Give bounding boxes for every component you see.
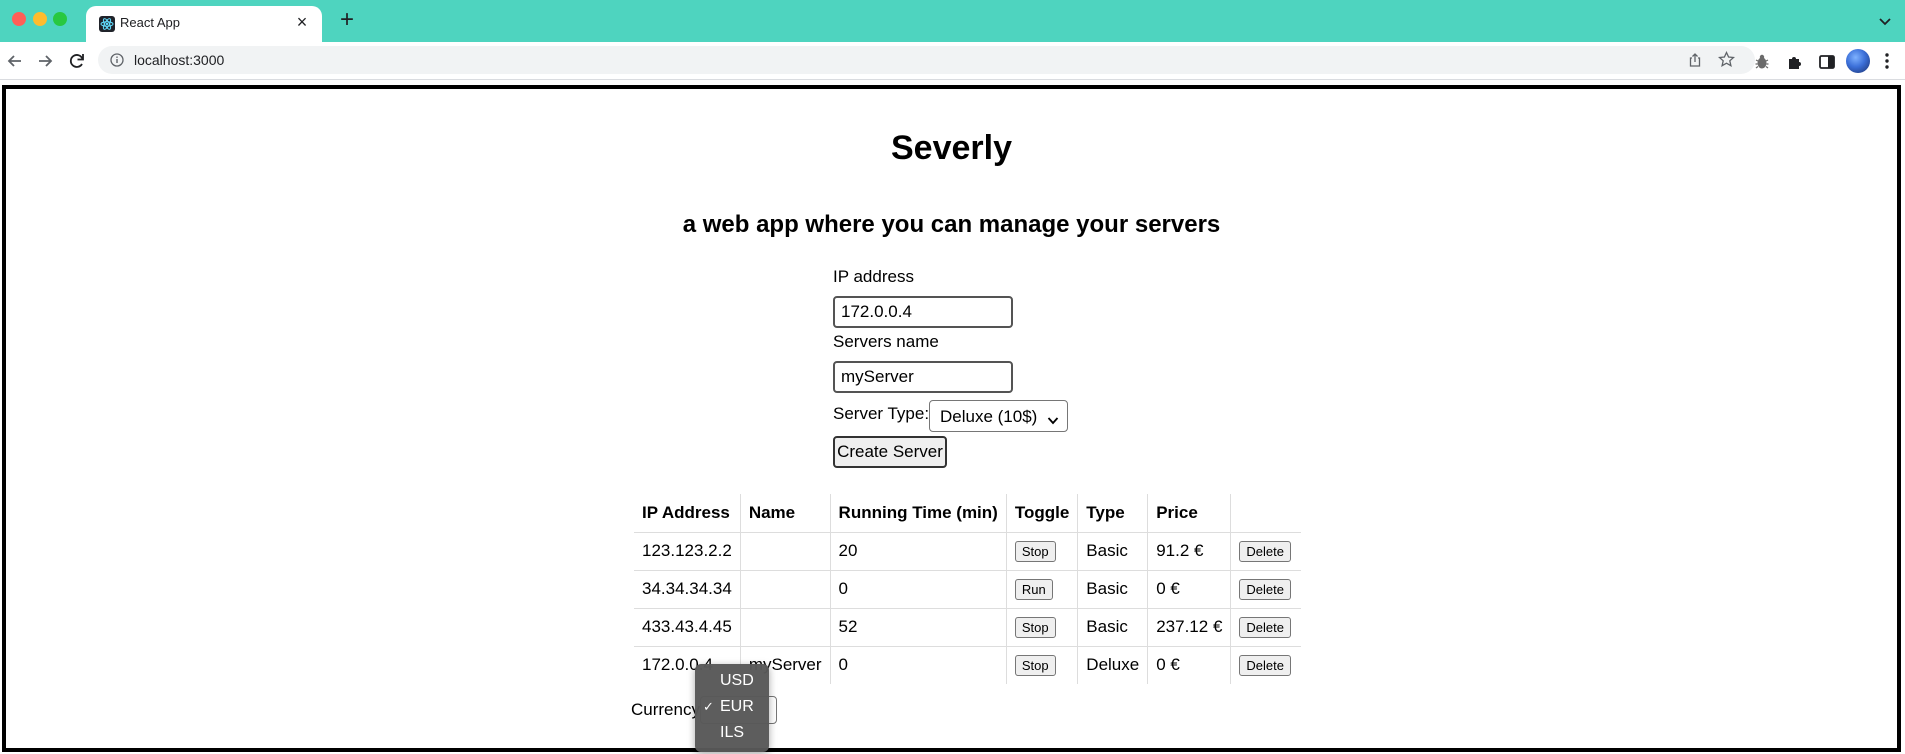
checkmark-icon: ✓ xyxy=(703,699,714,714)
server-type-select[interactable]: Deluxe (10$) xyxy=(929,400,1068,432)
stop-button[interactable]: Stop xyxy=(1014,540,1056,562)
currency-option-usd[interactable]: USD xyxy=(695,668,769,694)
delete-button[interactable]: Delete xyxy=(1239,654,1291,676)
create-server-button[interactable]: Create Server xyxy=(833,436,947,468)
cell-type: Deluxe xyxy=(1077,646,1149,684)
cell-toggle: Run xyxy=(1006,570,1079,609)
page-subtitle: a web app where you can manage your serv… xyxy=(682,211,1221,238)
chevron-down-icon[interactable] xyxy=(1877,13,1893,29)
forward-arrow-icon[interactable] xyxy=(34,50,56,72)
cell-price: 0 € xyxy=(1147,570,1232,609)
currency-label: Currency xyxy=(631,700,700,719)
cell-price: 0 € xyxy=(1147,646,1232,684)
extensions-puzzle-icon[interactable] xyxy=(1786,53,1804,71)
ip-address-input[interactable] xyxy=(833,296,1013,328)
cell-type: Basic xyxy=(1077,570,1149,609)
cell-price: 91.2 € xyxy=(1147,532,1232,571)
currency-option-label: ILS xyxy=(720,724,745,741)
page-title: Severly xyxy=(891,129,1012,167)
url-text[interactable]: localhost:3000 xyxy=(134,52,224,68)
delete-button[interactable]: Delete xyxy=(1239,540,1291,562)
cell-type: Basic xyxy=(1077,608,1149,647)
bookmark-star-icon[interactable] xyxy=(1717,50,1736,68)
currency-option-eur[interactable]: ✓ EUR xyxy=(695,694,769,720)
chevron-down-icon xyxy=(1047,412,1059,425)
server-name-input[interactable] xyxy=(833,361,1013,393)
cell-name xyxy=(740,608,831,647)
cell-running-time: 0 xyxy=(830,646,1007,684)
column-header-running-time: Running Time (min) xyxy=(830,494,1007,533)
cell-toggle: Stop xyxy=(1006,532,1079,571)
ip-address-label: IP address xyxy=(833,267,914,286)
run-button[interactable]: Run xyxy=(1014,578,1053,600)
column-header-actions xyxy=(1230,494,1301,533)
tab-title: React App xyxy=(120,15,180,30)
server-type-label: Server Type: xyxy=(833,404,930,423)
minimize-window-button[interactable] xyxy=(33,12,47,26)
table-row: 123.123.2.2 20 Stop Basic 91.2 € Delete xyxy=(634,532,1301,571)
server-name-label: Servers name xyxy=(833,332,939,351)
bug-extension-icon[interactable] xyxy=(1753,53,1771,71)
table-row: 34.34.34.34 0 Run Basic 0 € Delete xyxy=(634,570,1301,609)
column-header-name: Name xyxy=(740,494,831,533)
share-icon[interactable] xyxy=(1687,52,1703,68)
new-tab-button[interactable]: + xyxy=(336,8,358,32)
page-viewport: Severly a web app where you can manage y… xyxy=(2,85,1901,752)
stop-button[interactable]: Stop xyxy=(1014,616,1056,638)
currency-option-label: USD xyxy=(720,672,754,689)
cell-ip: 34.34.34.34 xyxy=(634,570,741,609)
more-menu-icon[interactable] xyxy=(1884,52,1890,70)
reload-icon[interactable] xyxy=(66,50,88,72)
currency-option-ils[interactable]: ILS xyxy=(695,720,769,746)
stop-button[interactable]: Stop xyxy=(1014,654,1056,676)
close-window-button[interactable] xyxy=(12,12,26,26)
cell-name xyxy=(740,570,831,609)
cell-running-time: 20 xyxy=(830,532,1007,571)
delete-button[interactable]: Delete xyxy=(1239,578,1291,600)
cell-ip: 123.123.2.2 xyxy=(634,532,741,571)
column-header-type: Type xyxy=(1077,494,1149,533)
column-header-ip: IP Address xyxy=(634,494,741,533)
cell-actions: Delete xyxy=(1230,570,1301,609)
cell-type: Basic xyxy=(1077,532,1149,571)
table-header-row: IP Address Name Running Time (min) Toggl… xyxy=(634,494,1301,533)
cell-actions: Delete xyxy=(1230,532,1301,571)
cell-toggle: Stop xyxy=(1006,646,1079,684)
server-type-value: Deluxe (10$) xyxy=(940,407,1038,426)
info-icon[interactable] xyxy=(110,53,124,67)
cell-price: 237.12 € xyxy=(1147,608,1232,647)
react-logo-icon xyxy=(99,16,115,32)
cell-actions: Delete xyxy=(1230,608,1301,647)
browser-toolbar: localhost:3000 xyxy=(0,42,1905,80)
maximize-window-button[interactable] xyxy=(53,12,67,26)
cell-running-time: 0 xyxy=(830,570,1007,609)
cell-ip: 433.43.4.45 xyxy=(634,608,741,647)
column-header-toggle: Toggle xyxy=(1006,494,1079,533)
address-bar[interactable]: localhost:3000 xyxy=(98,46,1755,74)
side-panel-icon[interactable] xyxy=(1818,53,1836,71)
cell-toggle: Stop xyxy=(1006,608,1079,647)
browser-tabbar: React App × + xyxy=(0,0,1905,42)
close-tab-icon[interactable]: × xyxy=(292,12,312,32)
cell-actions: Delete xyxy=(1231,646,1301,684)
profile-avatar[interactable] xyxy=(1846,49,1870,73)
currency-option-label: EUR xyxy=(720,698,754,715)
cell-running-time: 52 xyxy=(830,608,1007,647)
table-row: 433.43.4.45 52 Stop Basic 237.12 € Delet… xyxy=(634,608,1301,647)
cell-name xyxy=(740,532,831,571)
browser-tab[interactable]: React App × xyxy=(86,6,322,42)
column-header-price: Price xyxy=(1147,494,1232,533)
currency-dropdown-menu: USD ✓ EUR ILS xyxy=(695,664,769,752)
servers-table: IP Address Name Running Time (min) Toggl… xyxy=(634,494,1301,684)
delete-button[interactable]: Delete xyxy=(1239,616,1291,638)
back-arrow-icon[interactable] xyxy=(4,50,26,72)
